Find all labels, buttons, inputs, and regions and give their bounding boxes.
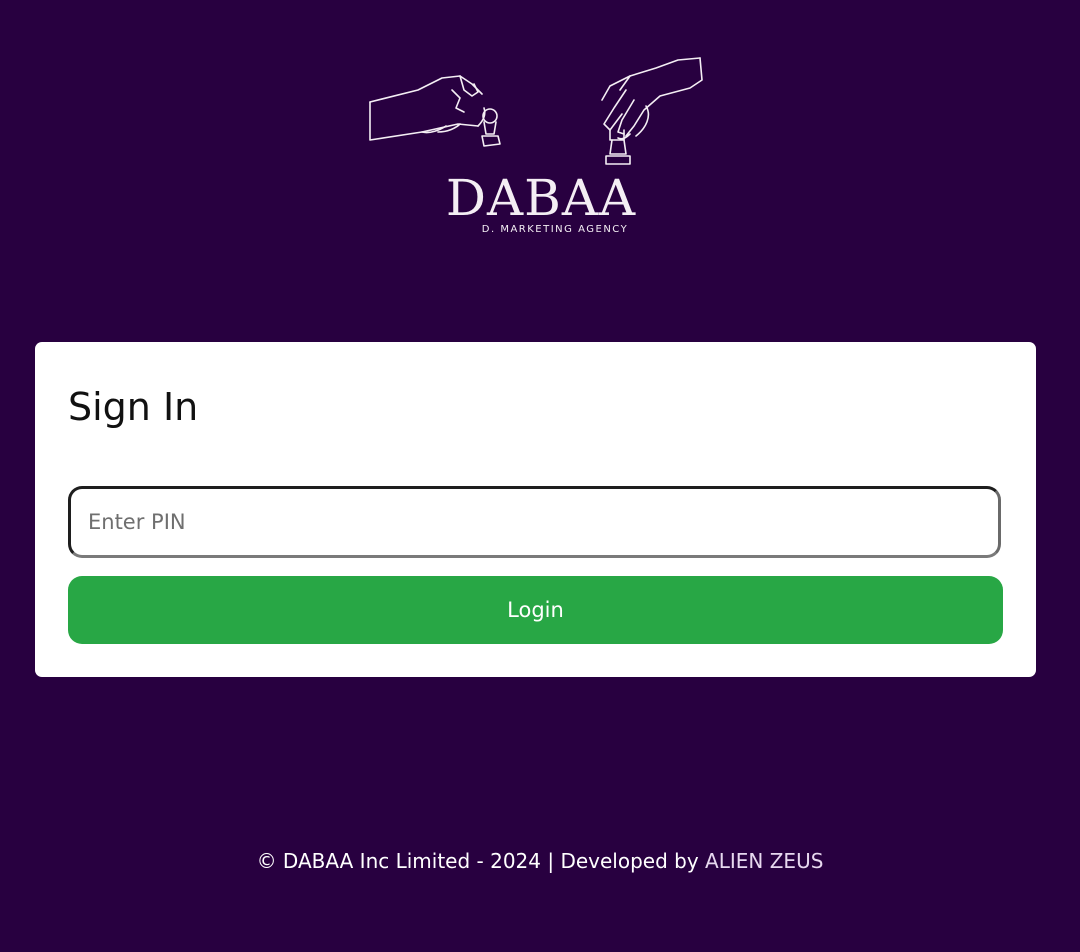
footer: © DABAA Inc Limited - 2024 | Developed b… bbox=[0, 845, 1080, 877]
signin-title: Sign In bbox=[68, 385, 199, 429]
pin-input[interactable] bbox=[68, 486, 1001, 558]
footer-copyright: © DABAA Inc Limited - 2024 | Developed b… bbox=[256, 849, 706, 873]
login-button[interactable]: Login bbox=[68, 576, 1003, 644]
signin-card: Sign In Login bbox=[35, 342, 1036, 677]
brand-tagline: D. MARKETING AGENCY bbox=[481, 224, 629, 235]
chess-hands-icon bbox=[369, 57, 703, 165]
brand-logo: DABAA D. MARKETING AGENCY bbox=[360, 50, 720, 240]
developer-link[interactable]: ALIEN ZEUS bbox=[705, 849, 823, 873]
brand-name: DABAA bbox=[445, 169, 637, 227]
